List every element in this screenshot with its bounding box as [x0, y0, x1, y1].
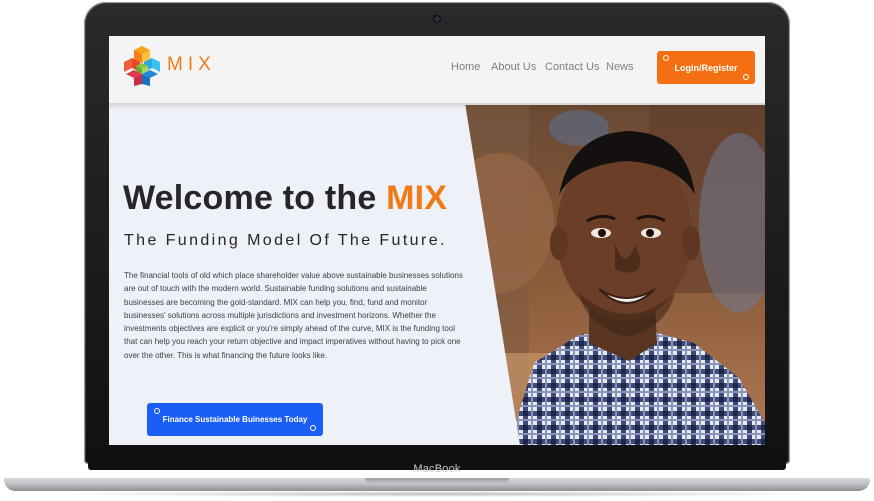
login-register-button[interactable]: Login/Register [657, 51, 755, 84]
hero-title-accent: MIX [386, 179, 448, 217]
laptop-brand-label: MacBook [413, 463, 461, 475]
webcam-icon [434, 16, 440, 22]
hero-title: Welcome to the MIX [123, 179, 447, 218]
mix-cube-logo-icon[interactable] [122, 44, 162, 88]
button-decor-dot [663, 55, 669, 61]
nav-link-contact[interactable]: Contact Us [545, 61, 599, 73]
hero-subtitle: The Funding Model Of The Future. [124, 232, 447, 249]
site-header: MIX Home About Us Contact Us News Login/… [109, 36, 765, 105]
hero-title-prefix: Welcome to the [123, 179, 387, 217]
hero-body-text: The financial tools of old which place s… [124, 271, 463, 360]
finance-cta-label: Finance Sustainable Buinesses Today [162, 415, 308, 424]
laptop-shadow [40, 491, 834, 497]
button-decor-dot [154, 408, 160, 414]
login-register-label: Login/Register [674, 62, 738, 73]
logo-text[interactable]: MIX [167, 54, 216, 76]
nav-link-home[interactable]: Home [451, 61, 480, 73]
laptop-opening-notch [365, 478, 509, 484]
button-decor-dot [743, 74, 749, 80]
nav-link-news[interactable]: News [606, 61, 634, 73]
nav-link-about[interactable]: About Us [491, 61, 536, 73]
button-decor-dot [310, 425, 316, 431]
finance-cta-button[interactable]: Finance Sustainable Buinesses Today [147, 403, 323, 436]
laptop-screen: MIX Home About Us Contact Us News Login/… [109, 36, 765, 445]
